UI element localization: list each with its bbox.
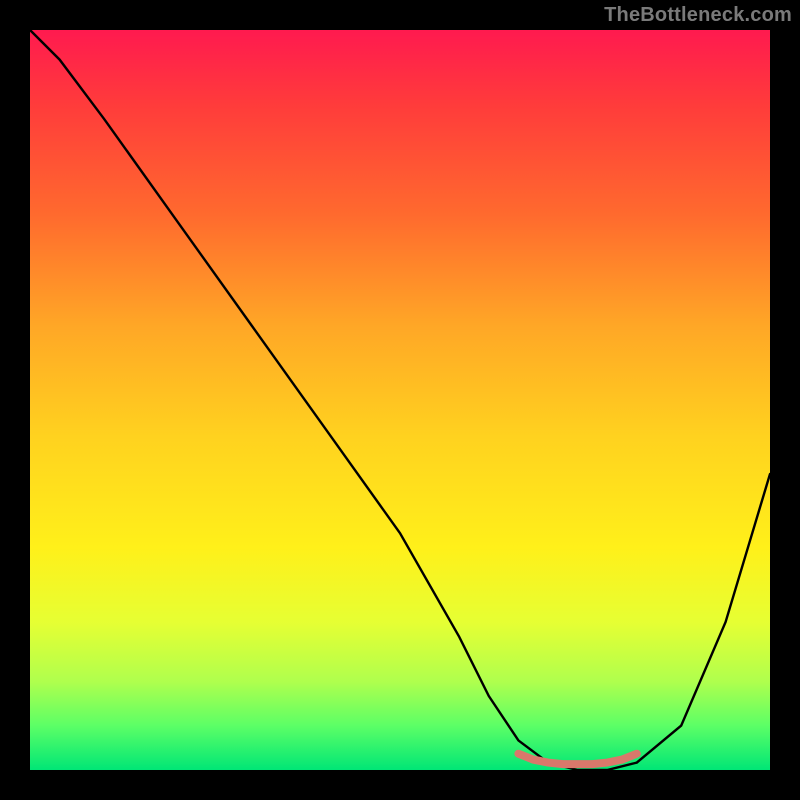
sweet-spot-marker bbox=[518, 754, 636, 764]
plot-area bbox=[30, 30, 770, 770]
chart-svg bbox=[30, 30, 770, 770]
watermark-text: TheBottleneck.com bbox=[604, 4, 792, 27]
chart-container: TheBottleneck.com bbox=[0, 0, 800, 800]
bottleneck-curve bbox=[30, 30, 770, 770]
